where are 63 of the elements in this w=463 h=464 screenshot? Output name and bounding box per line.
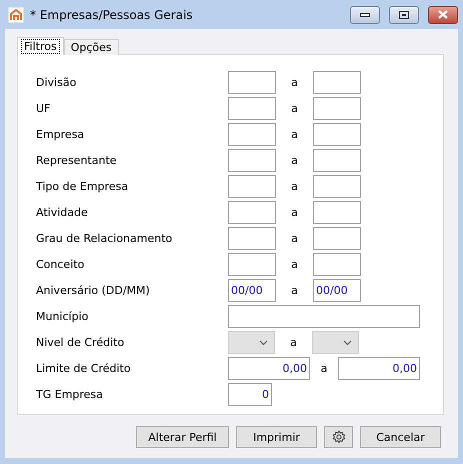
input-field[interactable] — [228, 175, 276, 198]
input-field[interactable] — [313, 71, 361, 94]
input-field[interactable] — [313, 97, 361, 120]
range-separator: a — [290, 231, 299, 245]
field-label: Limite de Crédito — [36, 361, 132, 375]
field-label: TG Empresa — [36, 387, 104, 401]
window-title: * Empresas/Pessoas Gerais — [30, 8, 194, 22]
input-field[interactable] — [228, 123, 276, 146]
field-label: Grau de Relacionamento — [36, 231, 174, 245]
range-separator: a — [290, 283, 299, 297]
field-label: Conceito — [36, 257, 86, 271]
range-separator: a — [290, 179, 299, 193]
input-field[interactable] — [313, 175, 361, 198]
input-field[interactable]: 0 — [228, 383, 272, 406]
field-label: Aniversário (DD/MM) — [36, 283, 151, 297]
range-separator: a — [290, 153, 299, 167]
settings-icon — [332, 430, 346, 444]
input-field[interactable]: 0,00 — [228, 357, 310, 380]
range-separator: a — [290, 205, 299, 219]
close-icon — [438, 10, 448, 19]
input-field[interactable] — [228, 253, 276, 276]
input-field[interactable] — [228, 201, 276, 224]
range-separator: a — [290, 101, 299, 115]
input-field[interactable] — [313, 201, 361, 224]
range-separator: a — [289, 335, 298, 349]
tab[interactable]: Opções — [64, 39, 119, 55]
range-separator: a — [290, 75, 299, 89]
input-field[interactable]: 00/00 — [228, 279, 276, 302]
range-separator: a — [290, 257, 299, 271]
app-icon — [8, 6, 24, 22]
input-field[interactable] — [313, 149, 361, 172]
caret-icon — [343, 340, 352, 346]
maximize-icon — [399, 10, 409, 18]
input-field[interactable] — [228, 227, 276, 250]
input-field[interactable] — [313, 123, 361, 146]
input-field[interactable] — [228, 71, 276, 94]
field-label: Nivel de Crédito — [36, 335, 126, 349]
input-field[interactable] — [313, 227, 361, 250]
range-separator: a — [290, 127, 299, 141]
minimize-icon — [360, 12, 370, 16]
minimize-button[interactable] — [350, 6, 380, 24]
input-field[interactable] — [313, 253, 361, 276]
field-label: Empresa — [36, 127, 86, 141]
field-label: UF — [36, 101, 52, 115]
caret-icon — [259, 340, 268, 346]
action-button[interactable]: Imprimir — [236, 426, 317, 448]
close-button[interactable] — [428, 6, 458, 24]
input-field[interactable] — [228, 305, 420, 328]
field-label: Tipo de Empresa — [36, 179, 130, 193]
maximize-button[interactable] — [389, 6, 419, 24]
action-button[interactable]: Cancelar — [360, 426, 441, 448]
range-separator: a — [320, 361, 328, 375]
tab[interactable]: Filtros — [17, 37, 64, 55]
action-button[interactable]: Alterar Perfil — [136, 426, 229, 448]
field-label: Município — [36, 309, 90, 323]
input-field[interactable]: 0,00 — [338, 357, 420, 380]
input-field[interactable] — [228, 97, 276, 120]
input-field[interactable]: 00/00 — [313, 279, 361, 302]
field-label: Representante — [36, 153, 118, 167]
field-label: Divisão — [36, 75, 78, 89]
field-label: Atividade — [36, 205, 89, 219]
settings-button[interactable] — [324, 426, 353, 448]
input-field[interactable] — [228, 149, 276, 172]
